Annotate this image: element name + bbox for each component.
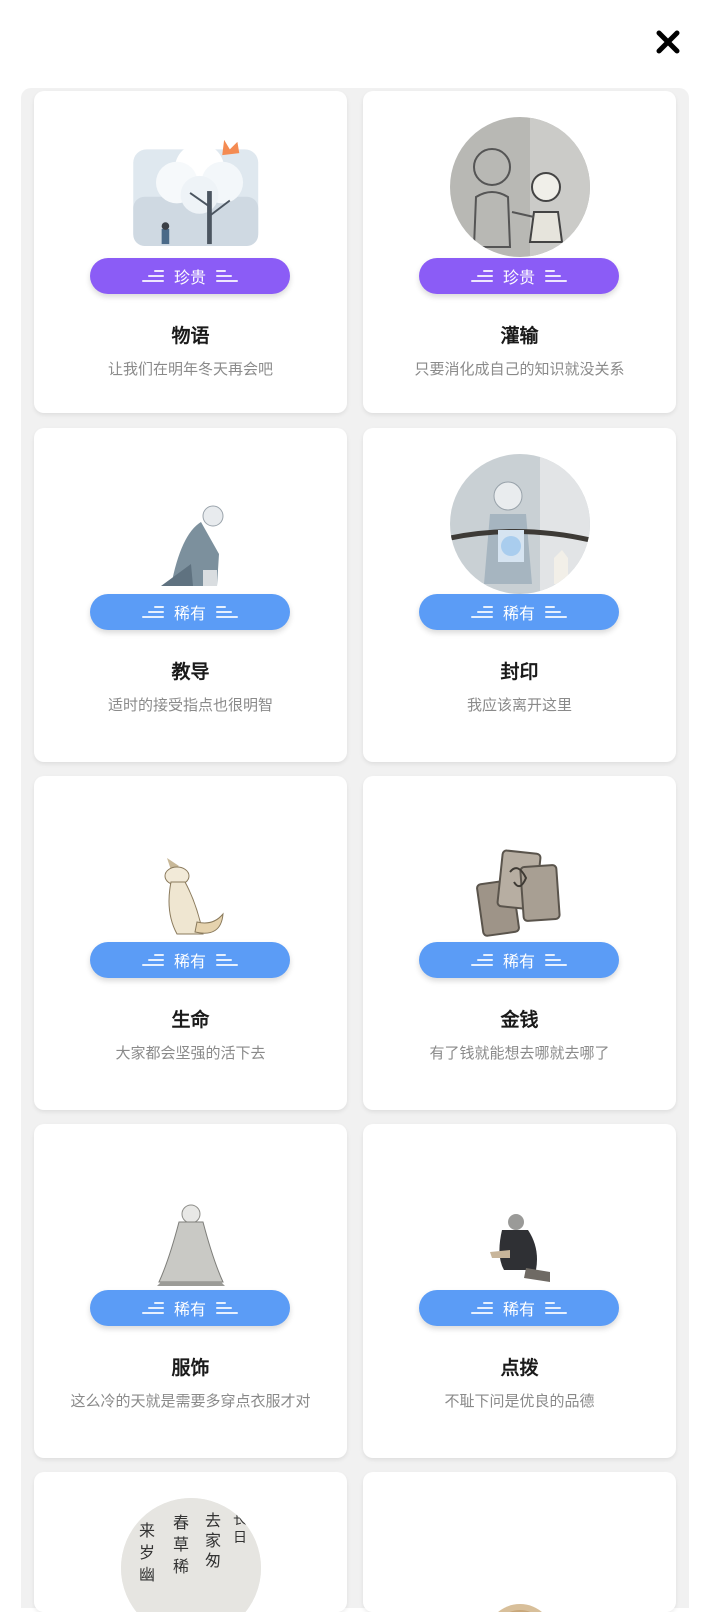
calligraphy-char: 匆	[205, 1551, 221, 1570]
seated-figure-image	[449, 1170, 591, 1290]
close-icon	[656, 30, 680, 54]
card-subtitle: 这么冷的天就是需要多穿点衣服才对	[70, 1392, 311, 1410]
calligraphy-char: 幽	[139, 1565, 155, 1584]
calligraphy-image: 来 春 去 长 岁 草 家 日 幽 稀 匆	[120, 1498, 262, 1612]
card-jiaodao[interactable]: 稀有 教导 适时的接受指点也很明智	[34, 428, 347, 762]
card-title: 教导	[171, 661, 210, 683]
rarity-badge: 珍贵	[419, 258, 619, 294]
card-subtitle: 有了钱就能想去哪就去哪了	[429, 1044, 610, 1062]
calligraphy-char: 稀	[173, 1557, 189, 1576]
card-title: 生命	[171, 1009, 210, 1031]
coins-image	[449, 822, 591, 942]
calligraphy-char: 日	[233, 1530, 247, 1546]
rarity-badge: 稀有	[419, 1290, 619, 1326]
snow-tree-image	[120, 137, 262, 257]
card-tan-circle[interactable]	[363, 1472, 676, 1612]
rarity-badge: 稀有	[90, 594, 290, 630]
drawing-kids-image	[449, 117, 591, 257]
card-subtitle: 适时的接受指点也很明智	[107, 696, 273, 714]
card-title: 服饰	[171, 1357, 210, 1379]
card-wuyu[interactable]: 珍贵 物语 让我们在明年冬天再会吧	[34, 91, 347, 413]
rarity-badge: 珍贵	[90, 258, 290, 294]
card-title: 灌输	[500, 325, 539, 347]
calligraphy-char: 来	[139, 1521, 155, 1540]
calligraphy-char: 去	[205, 1511, 221, 1530]
card-dianbo[interactable]: 稀有 点拨 不耻下问是优良的品德	[363, 1124, 676, 1458]
card-shengming[interactable]: 稀有 生命 大家都会坚强的活下去	[34, 776, 347, 1110]
card-title: 金钱	[500, 1009, 539, 1031]
card-subtitle: 只要消化成自己的知识就没关系	[414, 360, 625, 378]
card-title: 物语	[171, 325, 210, 347]
calligraphy-char: 家	[205, 1531, 221, 1550]
card-calligraphy[interactable]: 来 春 去 长 岁 草 家 日 幽 稀 匆	[34, 1472, 347, 1612]
calligraphy-char: 岁	[139, 1543, 155, 1562]
calligraphy-char: 春	[173, 1513, 189, 1532]
kneeling-figure-image	[120, 474, 262, 594]
tan-circle-image	[449, 1518, 591, 1612]
card-guanshu[interactable]: 珍贵 灌输 只要消化成自己的知识就没关系	[363, 91, 676, 413]
card-fengyin[interactable]: 稀有 封印 我应该离开这里	[363, 428, 676, 762]
rarity-badge: 稀有	[419, 942, 619, 978]
card-subtitle: 大家都会坚强的活下去	[115, 1044, 266, 1062]
rarity-badge: 稀有	[90, 942, 290, 978]
sealed-rope-image	[449, 454, 591, 594]
card-jinqian[interactable]: 稀有 金钱 有了钱就能想去哪就去哪了	[363, 776, 676, 1110]
close-button[interactable]	[652, 26, 684, 58]
card-fushi[interactable]: 稀有 服饰 这么冷的天就是需要多穿点衣服才对	[34, 1124, 347, 1458]
card-subtitle: 我应该离开这里	[466, 696, 572, 714]
card-title: 封印	[500, 661, 539, 683]
card-subtitle: 不耻下问是优良的品德	[444, 1392, 595, 1410]
rarity-badge: 稀有	[419, 594, 619, 630]
card-subtitle: 让我们在明年冬天再会吧	[107, 360, 273, 378]
calligraphy-char: 草	[173, 1535, 189, 1554]
card-title: 点拨	[500, 1357, 539, 1379]
robed-figure-image	[120, 1170, 262, 1290]
fox-image	[120, 822, 262, 942]
rarity-badge: 稀有	[90, 1290, 290, 1326]
calligraphy-char: 长	[233, 1512, 247, 1528]
